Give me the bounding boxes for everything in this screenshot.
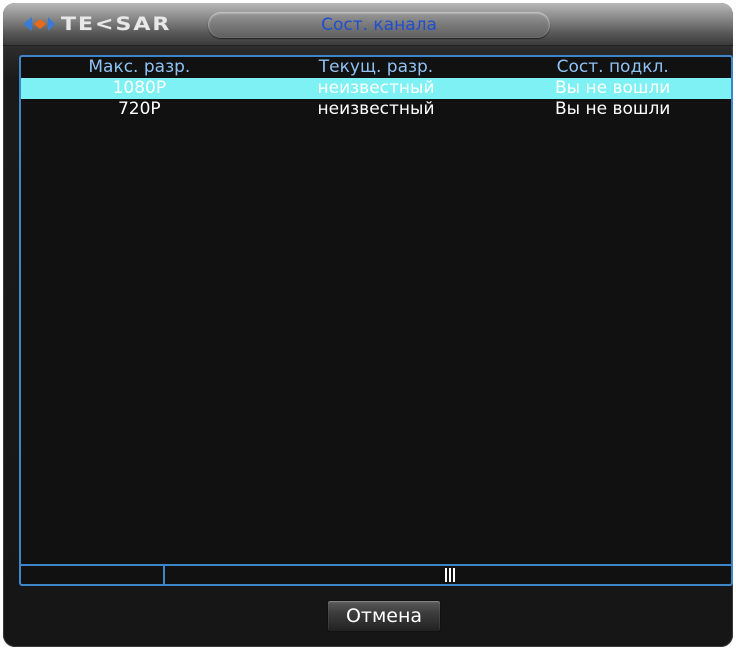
header-connection-status[interactable]: Сост. подкл. [494, 57, 731, 78]
scroll-grip-line [445, 568, 447, 582]
scrollbar-thumb[interactable] [445, 568, 455, 582]
window-title: Сост. канала [321, 15, 437, 35]
header-current-resolution[interactable]: Текущ. разр. [258, 57, 495, 78]
scroll-grip-line [453, 568, 455, 582]
channel-status-window: TE<SAR Сост. канала Макс. разр. Текущ. р… [0, 0, 736, 649]
cell-connection-status: Вы не вошли [555, 99, 671, 119]
cancel-button[interactable]: Отмена [327, 600, 441, 632]
cell-max-resolution: 1080P [112, 78, 167, 98]
title-bar: TE<SAR Сост. канала [3, 3, 733, 46]
title-pill: Сост. канала [208, 12, 550, 38]
diamond-arrows-icon [23, 17, 55, 31]
table-row[interactable]: 720P неизвестный Вы не вошли [21, 99, 731, 120]
horizontal-scrollbar[interactable] [21, 564, 731, 584]
scroll-grip-line [449, 568, 451, 582]
table-row[interactable]: 1080P неизвестный Вы не вошли [21, 78, 731, 99]
scrollbar-left-segment[interactable] [21, 566, 165, 584]
table-header: Макс. разр. Текущ. разр. Сост. подкл. [21, 57, 731, 78]
cell-current-resolution: неизвестный [317, 78, 435, 98]
channel-table: Макс. разр. Текущ. разр. Сост. подкл. 10… [19, 55, 733, 586]
cell-current-resolution: неизвестный [317, 99, 435, 119]
brand-logo-text: TE<SAR [61, 13, 172, 35]
header-max-resolution[interactable]: Макс. разр. [21, 57, 258, 78]
brand-logo: TE<SAR [23, 12, 171, 36]
cell-connection-status: Вы не вошли [555, 78, 671, 98]
cell-max-resolution: 720P [117, 99, 161, 119]
